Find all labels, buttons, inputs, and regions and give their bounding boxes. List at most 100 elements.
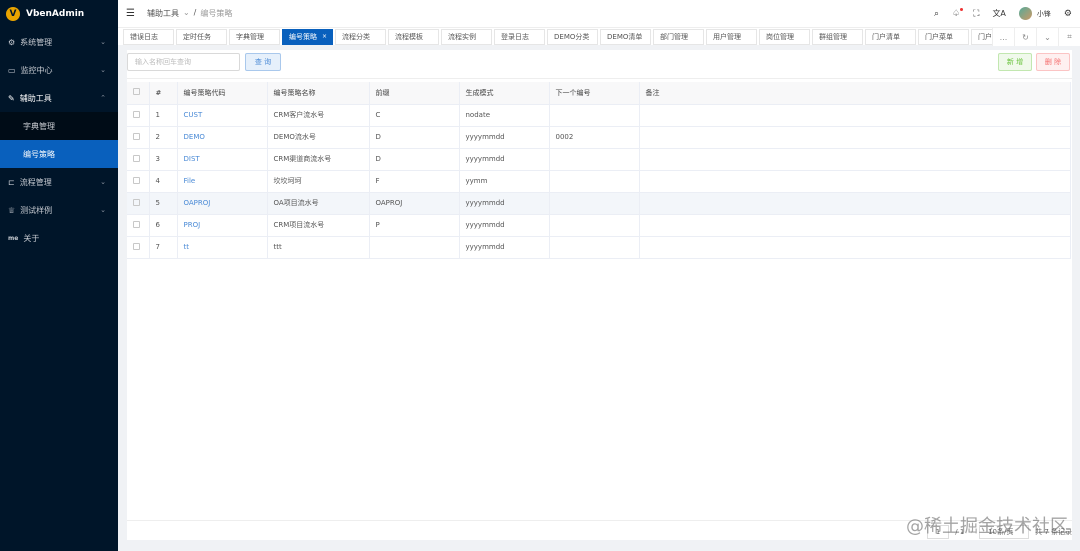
page-input[interactable]: 1 xyxy=(926,525,950,539)
row-checkbox[interactable] xyxy=(127,104,150,127)
tab-label: 岗位管理 xyxy=(766,32,794,41)
table-row[interactable]: 1 CUST CRM客户流水号 Cnodate xyxy=(127,104,1071,127)
code-link[interactable]: OAPROJ xyxy=(177,192,268,215)
sidebar-item-flow[interactable]: ⊏ 流程管理 ⌄ xyxy=(0,168,118,196)
menu-fold-icon[interactable]: ☰ xyxy=(126,8,135,19)
table-cell xyxy=(549,148,640,171)
sidebar-item-test[interactable]: ♕ 测试样例 ⌄ xyxy=(0,196,118,224)
table-row[interactable]: 6 PROJ CRM项目流水号 Pyyyymmdd xyxy=(127,214,1071,237)
app-name: VbenAdmin xyxy=(26,9,85,19)
select-all-checkbox[interactable] xyxy=(127,82,150,105)
tab-item[interactable]: 字典管理 xyxy=(229,28,280,45)
sidebar-item-system[interactable]: ⚙ 系统管理 ⌄ xyxy=(0,28,118,56)
sidebar-item-monitor[interactable]: ▭ 监控中心 ⌄ xyxy=(0,56,118,84)
code-link[interactable]: tt xyxy=(177,236,268,259)
table-cell: 坎坎坷坷 xyxy=(267,170,370,193)
sidebar-item-numbering[interactable]: 编号策略 xyxy=(0,140,118,168)
settings-icon[interactable]: ⚙ xyxy=(1064,9,1072,19)
table-cell: CRM客户流水号 xyxy=(267,104,370,127)
code-link[interactable]: CUST xyxy=(177,104,268,127)
tab-item[interactable]: 定时任务 xyxy=(176,28,227,45)
search-input[interactable]: 输入名称回车查询 xyxy=(127,53,240,71)
tab-item[interactable]: 错误日志 xyxy=(123,28,174,45)
fullscreen-icon[interactable]: ⛶ xyxy=(973,9,979,19)
row-checkbox[interactable] xyxy=(127,148,150,171)
chevron-down-icon: ⌄ xyxy=(100,66,106,74)
bell-icon[interactable]: ♤ xyxy=(952,7,964,19)
tab-item[interactable]: 门户清单 xyxy=(865,28,916,45)
table-cell: 0002 xyxy=(549,126,640,149)
table-cell: 5 xyxy=(149,192,178,215)
tab-item[interactable]: 流程模板 xyxy=(388,28,439,45)
menu-label: 测试样例 xyxy=(20,205,53,215)
fold-icon[interactable]: ⌗ xyxy=(1058,28,1080,46)
table-cell: 1 xyxy=(149,104,178,127)
row-checkbox[interactable] xyxy=(127,236,150,259)
user-menu[interactable]: 小锋 xyxy=(1018,7,1051,20)
table-row[interactable]: 5 OAPROJ OA项目流水号 OAPROJ yyyymmdd xyxy=(127,192,1071,215)
row-checkbox[interactable] xyxy=(127,214,150,237)
table-row[interactable]: 3 DIST CRM渠道商流水号 Dyyyymmdd xyxy=(127,148,1071,171)
table-cell: 3 xyxy=(149,148,178,171)
tab-item[interactable]: 用户管理 xyxy=(706,28,757,45)
user-name: 小锋 xyxy=(1036,9,1051,18)
data-table: # 编号策略代码 编号策略名称 前缀 生成模式 下一个编号 备注 1 CUST CRM客户流水号… xyxy=(127,82,1071,259)
translate-icon[interactable]: 文A xyxy=(992,8,1005,19)
tab-item[interactable]: 编号策略 × xyxy=(282,28,333,45)
column-header: # xyxy=(149,82,178,105)
code-link[interactable]: PROJ xyxy=(177,214,268,237)
content-card: 输入名称回车查询 查 询 新 增 删 除 # 编号策略代码 编号策略名称 前缀 生成模式… xyxy=(127,50,1072,540)
tab-item[interactable]: 岗位管理 xyxy=(759,28,810,45)
code-link[interactable]: DEMO xyxy=(177,126,268,149)
table-row[interactable]: 4 File 坎坎坷坷 Fyymm xyxy=(127,170,1071,193)
breadcrumb: 辅助工具 ⌄ / 编号策略 xyxy=(147,8,232,19)
delete-button[interactable]: 删 除 xyxy=(1036,53,1070,71)
tab-item[interactable]: 流程实例 xyxy=(441,28,492,45)
table-row[interactable]: 2 DEMO DEMO流水号 Dyyyymmdd 0002 xyxy=(127,126,1071,149)
table-cell: D xyxy=(369,126,460,149)
table-cell: OAPROJ xyxy=(369,192,460,215)
table-row[interactable]: 7 tt ttt yyyymmdd xyxy=(127,236,1071,259)
tab-item[interactable]: 群组管理 xyxy=(812,28,863,45)
page-size-select[interactable]: 10条/页 xyxy=(979,525,1030,539)
tab-item[interactable]: 门户菜单 xyxy=(918,28,969,45)
tab-item[interactable]: DEMO清单 xyxy=(600,28,651,45)
breadcrumb-item[interactable]: 辅助工具 xyxy=(147,8,179,19)
sidebar: V VbenAdmin ⚙ 系统管理 ⌄ ▭ 监控中心 ⌄ ✎ 辅助工具 ⌃ 字典管理 编号策… xyxy=(0,0,118,551)
total-count: 共 7 条记录 xyxy=(1035,528,1072,536)
next-page-icon[interactable]: › xyxy=(970,528,973,536)
row-checkbox[interactable] xyxy=(127,192,150,215)
row-checkbox[interactable] xyxy=(127,170,150,193)
search-icon[interactable]: ⌕ xyxy=(934,9,939,19)
table-cell: CRM渠道商流水号 xyxy=(267,148,370,171)
table-cell xyxy=(549,214,640,237)
table-cell: OA项目流水号 xyxy=(267,192,370,215)
menu-label: 关于 xyxy=(23,233,40,243)
code-link[interactable]: File xyxy=(177,170,268,193)
tab-item[interactable]: 流程分类 xyxy=(335,28,386,45)
tab-more-button[interactable]: ... xyxy=(992,28,1014,46)
prev-page-icon[interactable]: ‹ xyxy=(918,528,921,536)
tab-label: 编号策略 xyxy=(289,32,317,41)
table-cell xyxy=(639,126,1071,149)
sidebar-item-about[interactable]: me 关于 xyxy=(0,224,118,252)
divider xyxy=(127,78,1072,79)
tab-item[interactable]: 登录日志 xyxy=(494,28,545,45)
close-icon[interactable]: × xyxy=(322,33,327,40)
code-link[interactable]: DIST xyxy=(177,148,268,171)
logo[interactable]: V VbenAdmin xyxy=(0,0,118,28)
sidebar-item-dictionary[interactable]: 字典管理 xyxy=(0,112,118,140)
tab-item[interactable]: DEMO分类 xyxy=(547,28,598,45)
menu-label: 系统管理 xyxy=(20,37,53,47)
tab-item[interactable]: 部门管理 xyxy=(653,28,704,45)
flow-icon: ⊏ xyxy=(8,177,15,187)
table-cell: F xyxy=(369,170,460,193)
chevron-down-icon[interactable]: ⌄ xyxy=(1036,28,1058,46)
tab-label: 定时任务 xyxy=(183,32,211,41)
tab-label: 用户管理 xyxy=(713,32,741,41)
query-button[interactable]: 查 询 xyxy=(245,53,281,71)
add-button[interactable]: 新 增 xyxy=(998,53,1032,71)
refresh-icon[interactable]: ↻ xyxy=(1014,28,1036,46)
sidebar-item-tools[interactable]: ✎ 辅助工具 ⌃ xyxy=(0,84,118,112)
row-checkbox[interactable] xyxy=(127,126,150,149)
